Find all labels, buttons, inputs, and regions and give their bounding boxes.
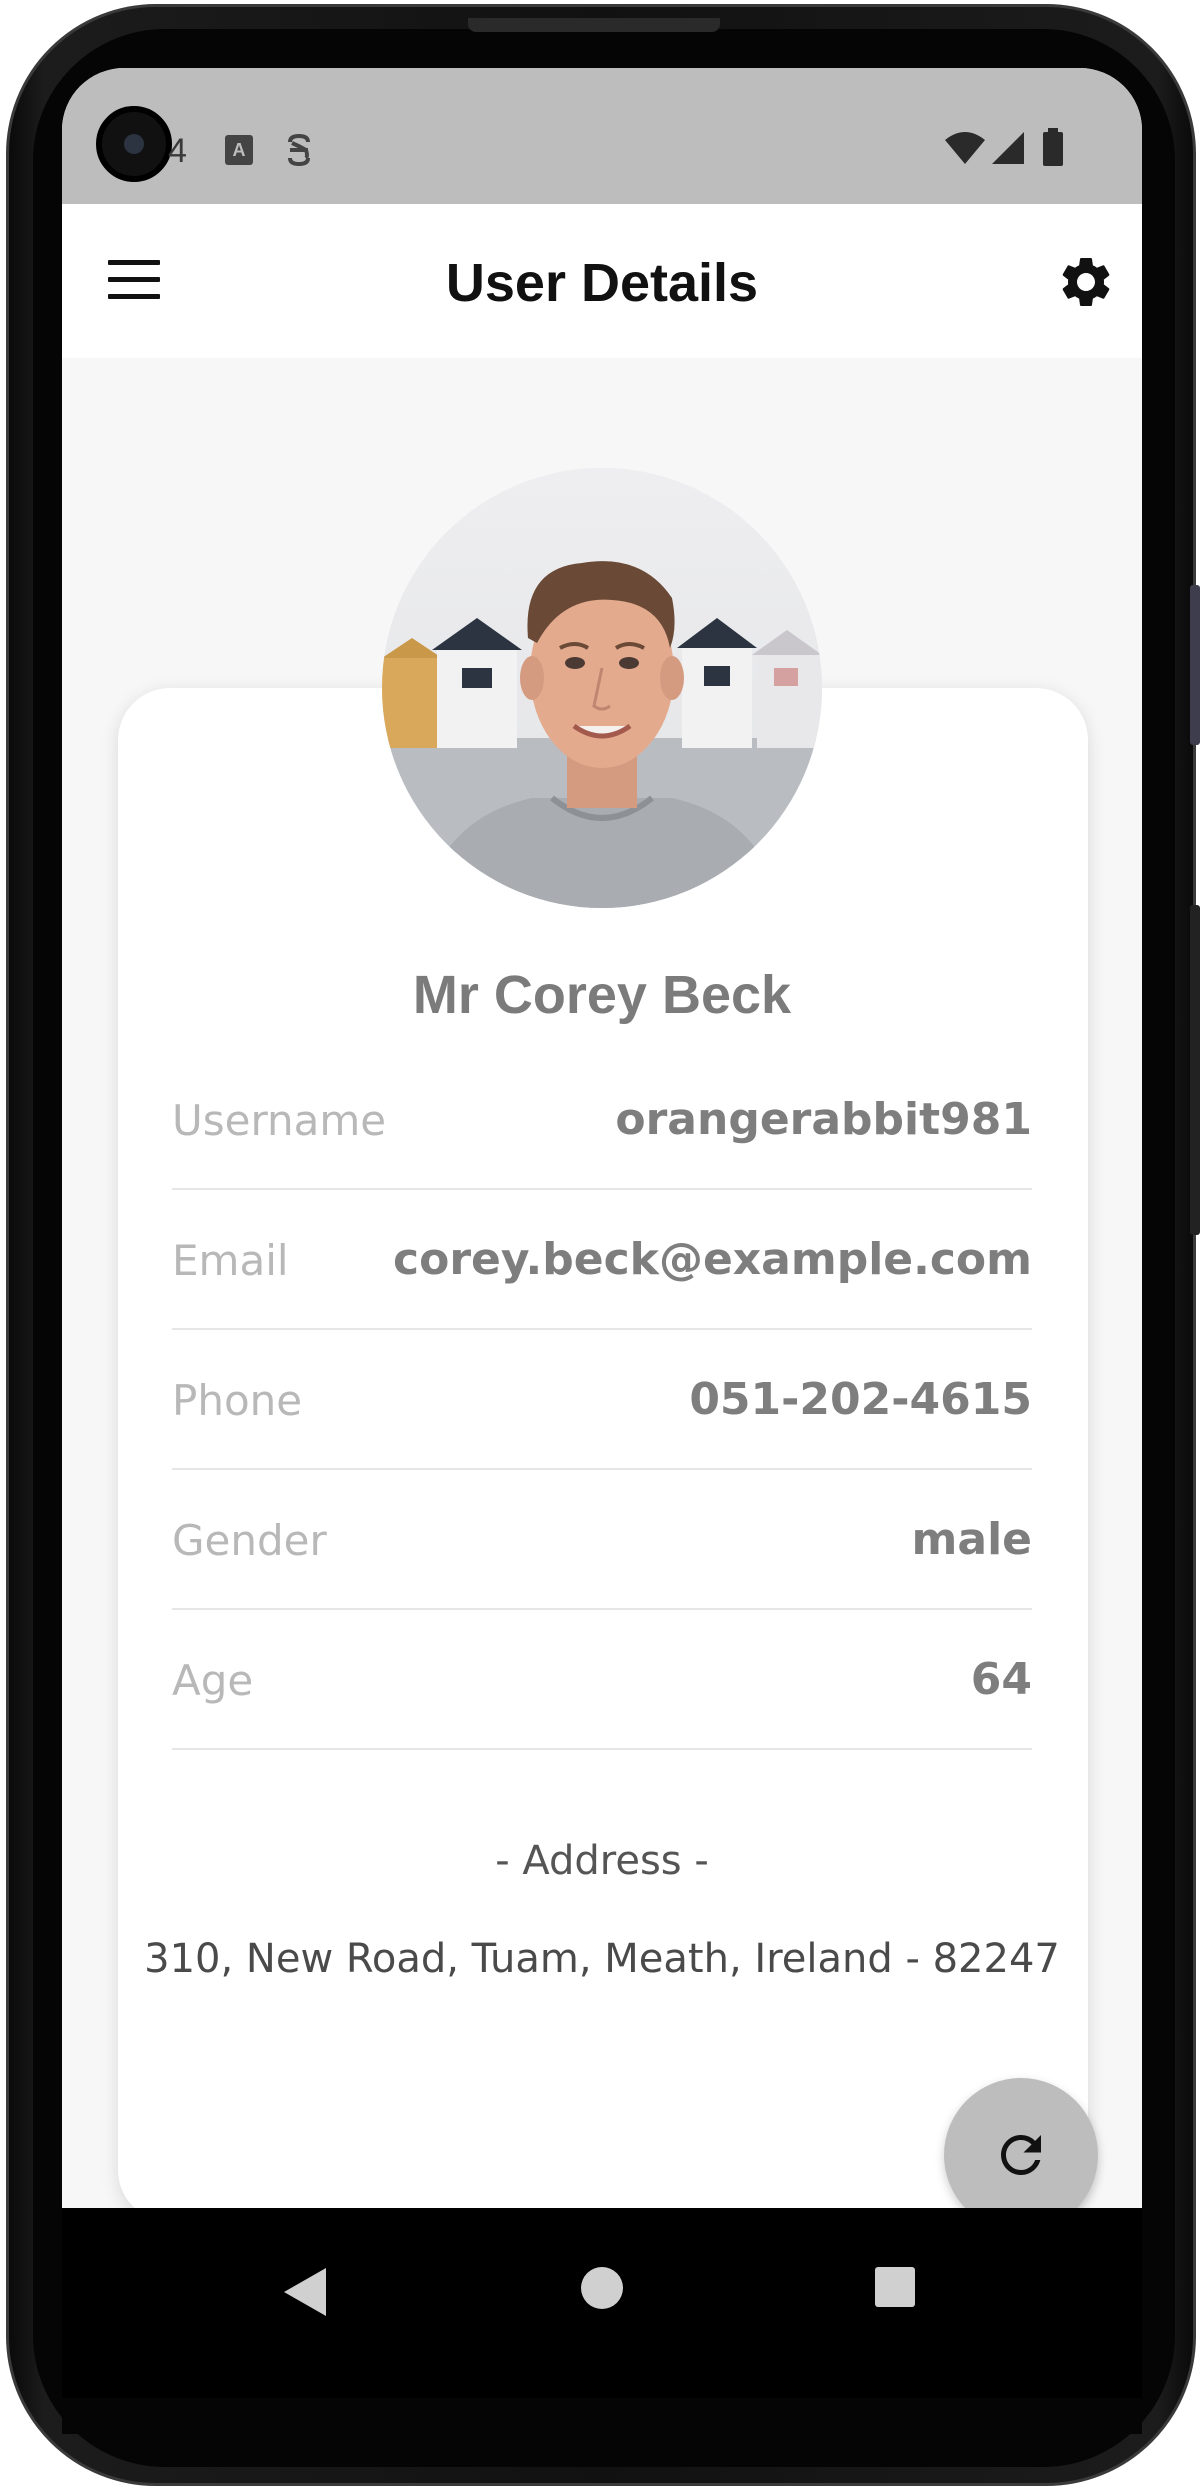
wifi-icon — [945, 132, 985, 164]
detail-label: Email — [172, 1236, 289, 1285]
svg-text:A: A — [233, 140, 246, 160]
detail-value: 051-202-4615 — [689, 1374, 1032, 1425]
detail-row-phone: Phone 051-202-4615 — [172, 1330, 1032, 1470]
status-time: 4 — [168, 132, 187, 170]
front-camera — [96, 106, 172, 182]
user-name: Mr Corey Beck — [412, 965, 792, 1025]
volume-button — [1190, 585, 1200, 745]
detail-value: 64 — [970, 1654, 1032, 1705]
address-heading: - Address - — [495, 1838, 709, 1884]
notification-s-icon — [288, 133, 310, 167]
address-text: 310, New Road, Tuam, Meath, Ireland - 82… — [144, 1936, 1060, 1982]
detail-label: Gender — [172, 1516, 327, 1565]
avatar — [382, 468, 822, 908]
notification-a-icon: A — [225, 135, 253, 165]
detail-row-username: Username orangerabbit981 — [172, 1050, 1032, 1190]
detail-row-age: Age 64 — [172, 1610, 1032, 1750]
phone-frame: 4 A User Details Mr Corey Beck Username … — [0, 0, 1204, 2491]
refresh-icon — [1001, 2135, 1041, 2175]
battery-icon — [1043, 128, 1063, 166]
power-button — [1190, 905, 1200, 1235]
gear-icon[interactable] — [1056, 252, 1116, 312]
page-title: User Details — [445, 253, 759, 313]
signal-icon — [992, 132, 1024, 164]
detail-row-email: Email corey.beck@example.com — [172, 1190, 1032, 1330]
navigation-bar — [62, 2208, 1142, 2398]
detail-label: Age — [172, 1656, 254, 1705]
speaker-grille — [468, 18, 720, 32]
detail-label: Username — [172, 1096, 387, 1145]
status-bar: 4 A — [62, 68, 1142, 204]
detail-value: orangerabbit981 — [615, 1094, 1032, 1145]
detail-label: Phone — [172, 1376, 303, 1425]
back-icon[interactable] — [282, 2266, 328, 2318]
home-icon[interactable] — [580, 2266, 624, 2310]
screen: 4 A User Details Mr Corey Beck Username … — [62, 68, 1142, 2398]
detail-row-gender: Gender male — [172, 1470, 1032, 1610]
detail-value: male — [911, 1514, 1032, 1565]
recents-icon[interactable] — [874, 2266, 916, 2308]
detail-value: corey.beck@example.com — [393, 1234, 1032, 1285]
phone-bezel-bottom — [62, 2398, 1142, 2434]
app-bar: User Details — [62, 204, 1142, 358]
profile-photo — [382, 468, 822, 908]
